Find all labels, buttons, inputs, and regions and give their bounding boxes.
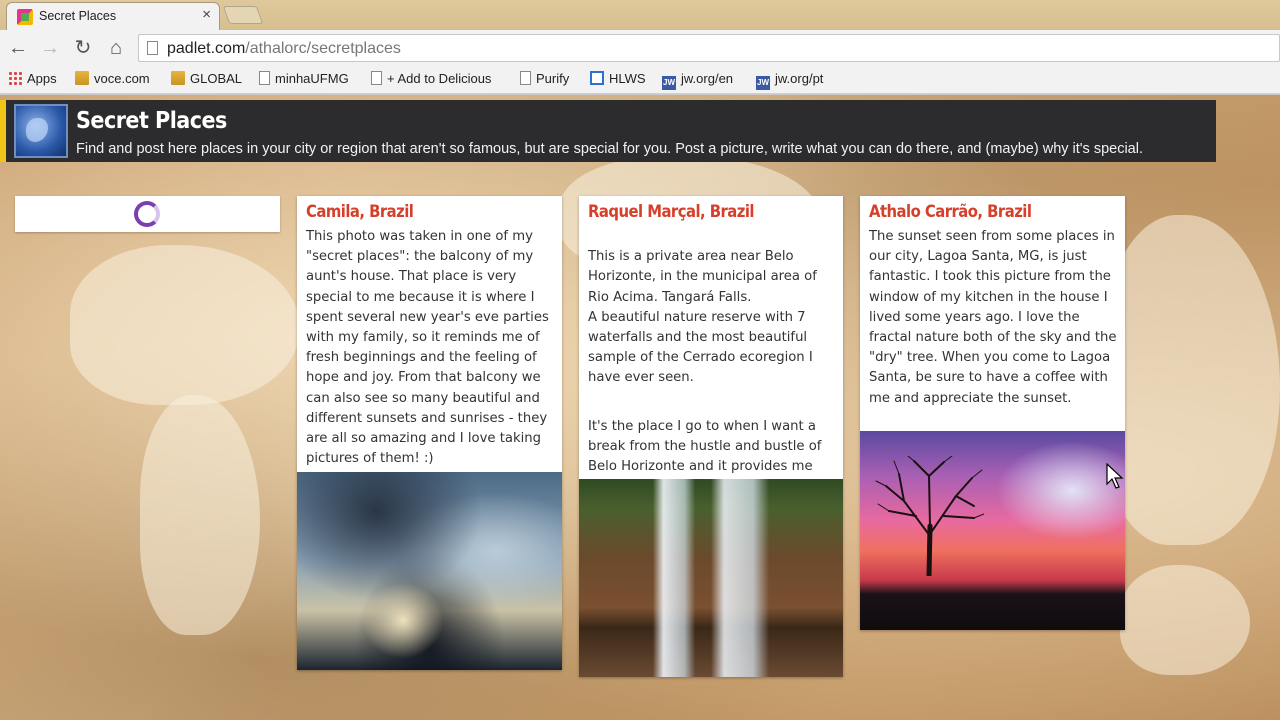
bookmark-label: voce.com: [94, 71, 150, 86]
new-post-loading-card[interactable]: [15, 196, 280, 232]
bookmark-label: jw.org/en: [681, 71, 734, 86]
forward-icon[interactable]: →: [38, 36, 62, 60]
tab-secret-places[interactable]: Secret Places ×: [6, 2, 220, 30]
bookmark-purify[interactable]: Purify: [520, 71, 569, 86]
bookmark-jw-pt[interactable]: JW jw.org/pt: [756, 71, 823, 90]
post-author: Camila, Brazil: [306, 202, 414, 221]
wall-header: Secret Places Find and post here places …: [0, 100, 1216, 162]
padlet-wall: Secret Places Find and post here places …: [0, 95, 1280, 720]
post-body: This photo was taken in one of my "secre…: [306, 227, 558, 469]
map-land: [140, 395, 260, 635]
post-author: Raquel Marçal, Brazil: [588, 202, 755, 221]
padlet-favicon-icon: [17, 9, 33, 25]
tab-close-icon[interactable]: ×: [202, 7, 211, 22]
post-paragraph: The sunset seen from some places in our …: [869, 229, 1117, 406]
back-icon[interactable]: ←: [6, 36, 30, 60]
bookmark-delicious[interactable]: + Add to Delicious: [371, 71, 491, 86]
bookmark-label: + Add to Delicious: [387, 71, 492, 86]
sunset-tree-photo[interactable]: [860, 431, 1125, 630]
loading-spinner-icon: [134, 201, 160, 227]
bookmark-label: HLWS: [609, 71, 646, 86]
folder-icon: [171, 71, 185, 85]
url-text: padlet.com/athalorc/secretplaces: [167, 40, 401, 58]
post-body: The sunset seen from some places in our …: [869, 227, 1121, 409]
bookmark-label: GLOBAL: [190, 71, 243, 86]
page-icon: [259, 71, 270, 85]
post-paragraph: This is a private area near Belo Horizon…: [588, 249, 817, 386]
address-bar[interactable]: padlet.com/athalorc/secretplaces: [138, 34, 1280, 62]
home-icon[interactable]: ⌂: [104, 36, 128, 60]
post-card[interactable]: Raquel Marçal, Brazil This is a private …: [579, 196, 843, 677]
tab-title: Secret Places: [39, 9, 117, 23]
new-tab-button[interactable]: [222, 6, 264, 24]
map-land: [70, 245, 300, 405]
map-land: [1100, 215, 1280, 545]
bookmark-label: jw.org/pt: [775, 71, 824, 86]
wall-title: Secret Places: [76, 108, 227, 134]
waterfall-photo[interactable]: [579, 479, 843, 677]
apps-grid-icon: [8, 71, 22, 85]
post-paragraph: This photo was taken in one of my "secre…: [306, 229, 549, 467]
post-card[interactable]: Camila, Brazil This photo was taken in o…: [297, 196, 562, 670]
url-host: padlet.com: [167, 40, 246, 57]
mouse-pointer-icon: [1106, 463, 1124, 489]
post-author: Athalo Carrão, Brazil: [869, 202, 1032, 221]
globe-icon: [14, 104, 68, 158]
jw-icon: JW: [662, 76, 676, 90]
bookmark-apps[interactable]: Apps: [8, 71, 57, 86]
wall-description: Find and post here places in your city o…: [76, 141, 1143, 157]
page-icon: [371, 71, 382, 85]
bookmark-label: Purify: [536, 71, 570, 86]
bookmark-label: minhaUFMG: [275, 71, 349, 86]
folder-icon: [75, 71, 89, 85]
bookmark-voce[interactable]: voce.com: [75, 71, 150, 86]
page-icon: [147, 41, 158, 55]
bookmark-jw-en[interactable]: JW jw.org/en: [662, 71, 733, 90]
bookmarks-bar: Apps voce.com GLOBAL minhaUFMG + Add to …: [0, 66, 1280, 94]
cloudy-sky-photo[interactable]: [297, 472, 562, 670]
bookmark-minhaufmg[interactable]: minhaUFMG: [259, 71, 349, 86]
bookmark-label: Apps: [27, 71, 57, 86]
jw-icon: JW: [756, 76, 770, 90]
post-card[interactable]: Athalo Carrão, Brazil The sunset seen fr…: [860, 196, 1125, 630]
reload-icon[interactable]: ↻: [71, 36, 95, 60]
bookmark-global[interactable]: GLOBAL: [171, 71, 242, 86]
url-path: /athalorc/secretplaces: [245, 40, 401, 57]
page-icon: [520, 71, 531, 85]
tab-strip: Secret Places ×: [0, 0, 1280, 30]
hlws-icon: [590, 71, 604, 85]
map-land: [1120, 565, 1250, 675]
tree-silhouette-icon: [875, 456, 984, 576]
bookmark-hlws[interactable]: HLWS: [590, 71, 646, 86]
browser-toolbar: ← → ↻ ⌂ padlet.com/athalorc/secretplaces: [0, 30, 1280, 66]
